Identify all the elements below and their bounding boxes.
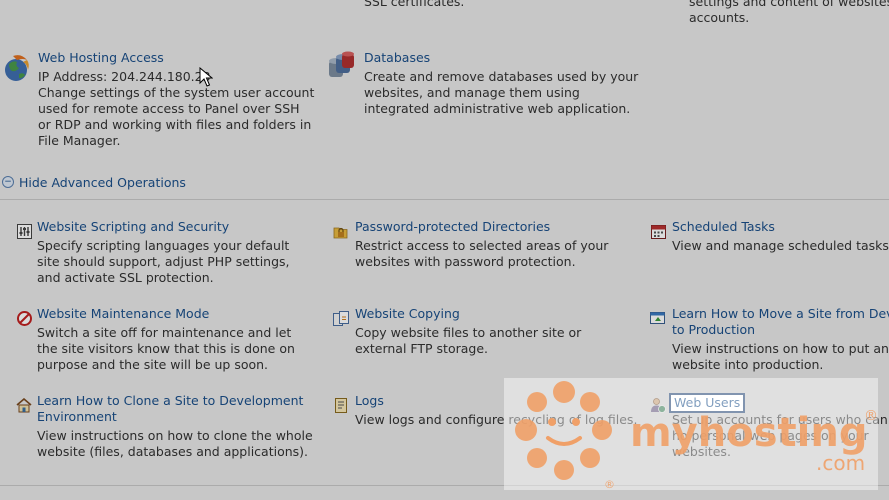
website-copying-desc: Copy website files to another site or ex… [355, 325, 582, 356]
move-site-production-desc: View instructions on how to put an up we… [672, 341, 889, 372]
maintenance-mode-item: Website Maintenance Mode Switch a site o… [16, 306, 316, 376]
logs-item: Logs View logs and configure recycling o… [333, 393, 637, 433]
web-hosting-access-desc: Change settings of the system user accou… [38, 85, 315, 148]
logs-link[interactable]: Logs [355, 393, 384, 409]
website-scripting-item: Website Scripting and Security Specify s… [16, 219, 316, 289]
website-scripting-desc: Specify scripting languages your default… [37, 238, 290, 285]
logs-desc: View logs and configure recycling of log… [355, 412, 638, 427]
web-user-icon [650, 397, 666, 413]
lock-folder-icon [333, 223, 349, 239]
clone-site-development-item: Learn How to Clone a Site to Development… [16, 393, 316, 473]
section-divider [0, 199, 889, 200]
clone-site-development-desc: View instructions on how to clone the wh… [37, 428, 313, 459]
ssl-certificates-text: SSL certificates. [364, 0, 465, 9]
database-icon [327, 50, 357, 82]
calendar-icon [650, 223, 666, 239]
web-hosting-access-item: Web Hosting Access IP Address: 204.244.1… [3, 50, 323, 160]
password-directories-desc: Restrict access to selected areas of you… [355, 238, 609, 269]
website-copying-link[interactable]: Website Copying [355, 306, 460, 322]
password-directories-item: Password-protected Directories Restrict … [333, 219, 633, 279]
website-copying-item: Website Copying Copy website files to an… [333, 306, 633, 366]
hide-advanced-operations-toggle[interactable]: − Hide Advanced Operations [2, 174, 186, 190]
clone-site-icon [16, 397, 32, 413]
watermark-registered-mark-2: ® [604, 478, 615, 490]
databases-desc: Create and remove databases used by your… [364, 69, 639, 116]
scheduled-tasks-item: Scheduled Tasks View and manage schedule… [650, 219, 889, 259]
sliders-icon [16, 223, 32, 239]
globe-icon [3, 50, 31, 84]
move-site-icon [650, 310, 666, 326]
hide-advanced-operations-label: Hide Advanced Operations [19, 174, 186, 190]
move-site-production-link[interactable]: Learn How to Move a Site from Deve [672, 306, 889, 322]
clone-site-development-link-line2[interactable]: Environment [37, 409, 117, 425]
maintenance-mode-desc: Switch a site off for maintenance and le… [37, 325, 295, 372]
maintenance-mode-link[interactable]: Website Maintenance Mode [37, 306, 209, 322]
scheduled-tasks-desc: View and manage scheduled tasks. [672, 238, 889, 253]
bottom-divider [0, 485, 889, 486]
web-users-desc: Set up accounts for users who can ho per… [672, 412, 888, 459]
databases-link[interactable]: Databases [364, 50, 430, 66]
top-right-text-line1: settings and content of websites a [689, 0, 889, 9]
password-directories-link[interactable]: Password-protected Directories [355, 219, 550, 235]
move-site-production-item: Learn How to Move a Site from Deve to Pr… [650, 306, 889, 376]
web-hosting-access-link[interactable]: Web Hosting Access [38, 50, 164, 66]
collapse-icon: − [2, 176, 14, 188]
databases-item: Databases Create and remove databases us… [327, 50, 647, 130]
ip-address-text: IP Address: 204.244.180.23 [38, 69, 211, 84]
log-icon [333, 397, 349, 413]
website-scripting-link[interactable]: Website Scripting and Security [37, 219, 229, 235]
web-users-link[interactable]: Web Users [668, 393, 746, 413]
top-right-text-line2: accounts. [689, 10, 750, 25]
scheduled-tasks-link[interactable]: Scheduled Tasks [672, 219, 775, 235]
move-site-production-link-line2[interactable]: to Production [672, 322, 755, 338]
panel-page: SSL certificates. settings and content o… [0, 0, 889, 500]
clone-site-development-link[interactable]: Learn How to Clone a Site to Development [37, 393, 303, 409]
no-entry-icon [16, 310, 32, 326]
copy-icon [333, 310, 349, 326]
